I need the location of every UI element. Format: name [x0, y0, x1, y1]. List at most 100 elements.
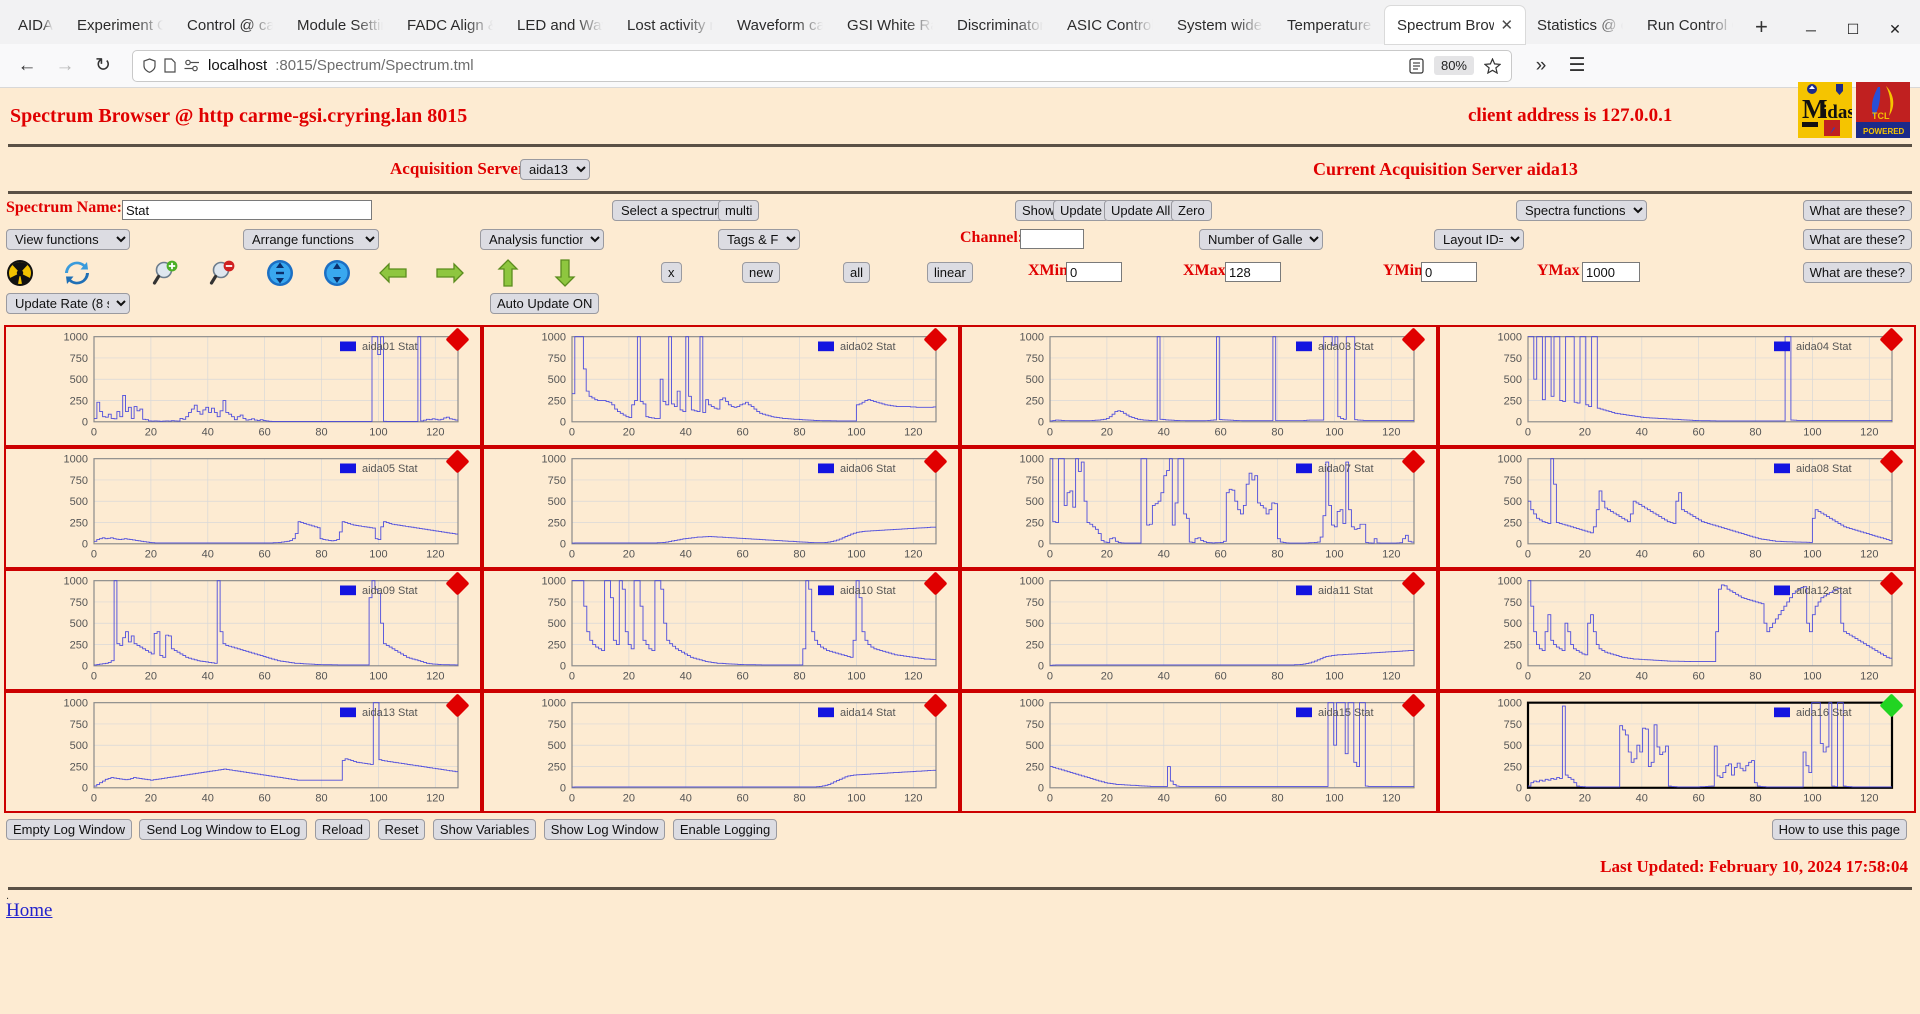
browser-tab[interactable]: Run Control Online — [1635, 6, 1745, 44]
spectrum-cell[interactable]: 02505007501000020406080100120aida08 Stat — [1438, 447, 1916, 569]
minimize-button[interactable]: ─ — [1790, 22, 1832, 38]
close-tab-icon[interactable]: ✕ — [1500, 18, 1513, 33]
auto-update-button[interactable]: Auto Update ON — [490, 293, 599, 314]
what-are-these-button-1[interactable]: What are these? — [1803, 200, 1912, 221]
browser-tab[interactable]: Temperature and — [1275, 6, 1385, 44]
channel-input[interactable] — [1020, 229, 1084, 249]
url-bar[interactable]: localhost:8015/Spectrum/Spectrum.tml 80% — [132, 50, 1512, 82]
spectrum-cell[interactable]: 02505007501000020406080100120aida12 Stat — [1438, 569, 1916, 691]
zero-button[interactable]: Zero — [1171, 200, 1212, 221]
contract-vertical-icon[interactable] — [323, 259, 351, 287]
number-of-galleries-dropdown[interactable]: Number of Galleries — [1199, 229, 1323, 250]
spectrum-cell[interactable]: 02505007501000020406080100120aida05 Stat — [4, 447, 482, 569]
browser-tab[interactable]: Experiment Configuration — [65, 6, 175, 44]
browser-tab[interactable]: FADC Align & Sync — [395, 6, 505, 44]
browser-tab[interactable]: AIDA — [0, 6, 65, 44]
spectrum-cell[interactable]: 02505007501000020406080100120aida16 Stat — [1438, 691, 1916, 813]
zoom-out-icon[interactable] — [209, 259, 237, 287]
arrow-up-icon[interactable] — [495, 258, 523, 286]
reader-view-icon[interactable] — [1409, 58, 1424, 74]
spectrum-cell[interactable]: 02505007501000020406080100120aida15 Stat — [960, 691, 1438, 813]
update-rate-dropdown[interactable]: Update Rate (8 secs) — [6, 293, 130, 314]
forward-button[interactable]: → — [48, 50, 82, 82]
star-icon[interactable] — [1484, 58, 1501, 74]
spectrum-cell[interactable]: 02505007501000020406080100120aida01 Stat — [4, 325, 482, 447]
spectrum-cell[interactable]: 02505007501000020406080100120aida07 Stat — [960, 447, 1438, 569]
tags-fits-dropdown[interactable]: Tags & Fits — [718, 229, 800, 250]
enable-logging-button[interactable]: Enable Logging — [673, 819, 777, 840]
svg-text:0: 0 — [1047, 792, 1053, 804]
reload-button[interactable]: Reload — [315, 819, 370, 840]
home-link[interactable]: Home — [0, 900, 52, 922]
linear-button[interactable]: linear — [927, 262, 973, 283]
browser-tab[interactable]: LED and Waveform — [505, 6, 615, 44]
send-log-to-elog-button[interactable]: Send Log Window to ELog — [139, 819, 307, 840]
svg-text:0: 0 — [1516, 417, 1522, 429]
new-button[interactable]: new — [742, 262, 780, 283]
browser-tab[interactable]: Waveform capture — [725, 6, 835, 44]
permissions-icon[interactable] — [184, 59, 200, 72]
layout-id-dropdown[interactable]: Layout ID=2 — [1434, 229, 1524, 250]
what-are-these-button-2[interactable]: What are these? — [1803, 229, 1912, 250]
new-tab-button[interactable]: + — [1745, 16, 1778, 44]
svg-text:60: 60 — [1692, 792, 1704, 804]
spectrum-cell[interactable]: 02505007501000020406080100120aida11 Stat — [960, 569, 1438, 691]
browser-tab[interactable]: Statistics @ carme — [1525, 6, 1635, 44]
svg-text:40: 40 — [1158, 792, 1170, 804]
reload-button[interactable]: ↻ — [86, 50, 120, 82]
multi-button[interactable]: multi — [718, 200, 759, 221]
zoom-level-badge[interactable]: 80% — [1434, 56, 1474, 75]
arrange-functions-dropdown[interactable]: Arrange functions — [243, 229, 379, 250]
show-variables-button[interactable]: Show Variables — [433, 819, 536, 840]
browser-tab[interactable]: GSI White Rabbit — [835, 6, 945, 44]
how-to-use-page-button[interactable]: How to use this page — [1772, 819, 1907, 840]
ymax-input[interactable] — [1582, 262, 1640, 282]
spectra-functions-dropdown[interactable]: Spectra functions — [1516, 200, 1647, 221]
spectrum-cell[interactable]: 02505007501000020406080100120aida02 Stat — [482, 325, 960, 447]
spectrum-cell[interactable]: 02505007501000020406080100120aida06 Stat — [482, 447, 960, 569]
arrow-left-icon[interactable] — [378, 260, 406, 288]
xmax-input[interactable] — [1225, 262, 1281, 282]
svg-text:100: 100 — [1325, 670, 1343, 682]
browser-tab[interactable]: ASIC Control — [1055, 6, 1165, 44]
arrow-right-icon[interactable] — [435, 260, 463, 288]
svg-text:120: 120 — [1860, 670, 1878, 682]
x-button[interactable]: x — [661, 262, 682, 283]
maximize-button[interactable]: ☐ — [1832, 21, 1874, 38]
browser-tab[interactable]: System wide settings — [1165, 6, 1275, 44]
update-all-button[interactable]: Update All — [1104, 200, 1177, 221]
zoom-in-icon[interactable] — [152, 259, 180, 287]
browser-tab[interactable]: Lost activity monitor — [615, 6, 725, 44]
spectrum-cell[interactable]: 02505007501000020406080100120aida13 Stat — [4, 691, 482, 813]
reset-button[interactable]: Reset — [378, 819, 426, 840]
spectrum-cell[interactable]: 02505007501000020406080100120aida04 Stat — [1438, 325, 1916, 447]
what-are-these-button-3[interactable]: What are these? — [1803, 262, 1912, 283]
app-menu-button[interactable]: ☰ — [1560, 50, 1594, 82]
browser-tab[interactable]: Discriminator — [945, 6, 1055, 44]
back-button[interactable]: ← — [10, 50, 44, 82]
spectrum-cell[interactable]: 02505007501000020406080100120aida03 Stat — [960, 325, 1438, 447]
overflow-menu-button[interactable]: » — [1524, 50, 1558, 82]
update-button[interactable]: Update — [1053, 200, 1109, 221]
spectrum-cell[interactable]: 02505007501000020406080100120aida14 Stat — [482, 691, 960, 813]
xmin-input[interactable] — [1066, 262, 1122, 282]
view-functions-dropdown[interactable]: View functions — [6, 229, 130, 250]
radioactive-icon[interactable] — [6, 259, 34, 287]
all-button[interactable]: all — [843, 262, 870, 283]
browser-tab[interactable]: Control @ carme — [175, 6, 285, 44]
acquisition-server-select[interactable]: aida13 — [520, 159, 590, 180]
analysis-functions-dropdown[interactable]: Analysis functions — [480, 229, 604, 250]
browser-tab[interactable]: Module Settings — [285, 6, 395, 44]
ymin-input[interactable] — [1421, 262, 1477, 282]
show-log-window-button[interactable]: Show Log Window — [544, 819, 666, 840]
spectrum-cell[interactable]: 02505007501000020406080100120aida09 Stat — [4, 569, 482, 691]
close-window-button[interactable]: ✕ — [1874, 21, 1916, 38]
refresh-icon[interactable] — [63, 259, 91, 287]
spectrum-cell[interactable]: 02505007501000020406080100120aida10 Stat — [482, 569, 960, 691]
expand-vertical-icon[interactable] — [266, 259, 294, 287]
empty-log-window-button[interactable]: Empty Log Window — [6, 819, 132, 840]
spectrum-name-input[interactable] — [122, 200, 372, 220]
arrow-down-icon[interactable] — [552, 258, 580, 286]
svg-text:250: 250 — [1026, 518, 1044, 530]
browser-tab[interactable]: Spectrum Browser✕ — [1385, 6, 1525, 44]
